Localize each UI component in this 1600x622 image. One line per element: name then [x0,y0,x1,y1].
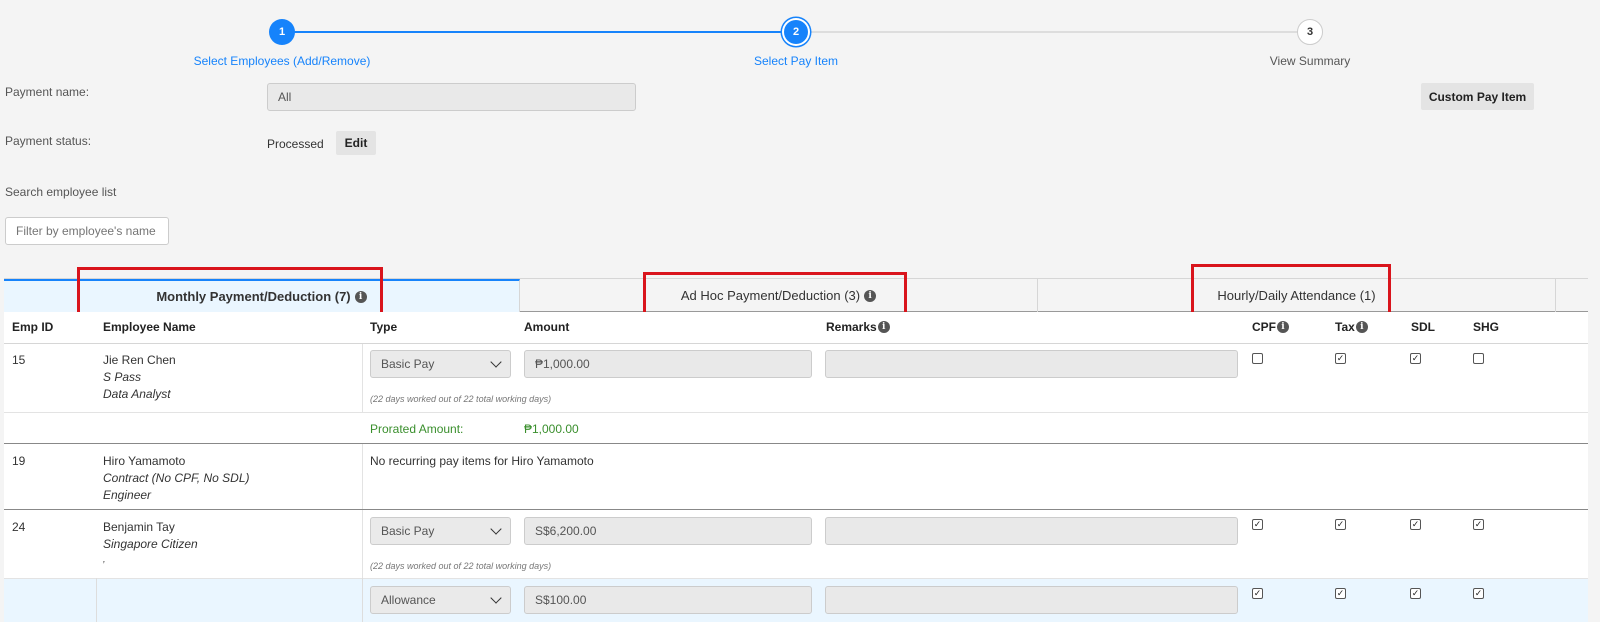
pay-type-value: Basic Pay [381,524,435,538]
step-3-label[interactable]: View Summary [1190,54,1430,68]
employee-title: , [103,554,106,564]
header-cpf-label: CPF [1252,320,1276,334]
pay-type-value: Allowance [381,593,436,607]
cpf-checkbox[interactable]: ✓ [1252,588,1263,599]
header-shg: SHG [1473,320,1500,334]
remarks-input[interactable] [825,586,1238,614]
payment-status-value: Processed [267,137,324,151]
amount-input[interactable]: S$100.00 [524,586,812,614]
emp-id: 24 [12,520,26,534]
prorated-amount-value: ₱1,000.00 [524,422,579,436]
no-pay-items-message: No recurring pay items for Hiro Yamamoto [370,454,594,468]
pay-type-select[interactable]: Basic Pay [370,350,511,378]
sdl-checkbox[interactable]: ✓ [1410,588,1421,599]
header-tax-label: Tax [1335,320,1355,334]
remarks-input[interactable] [825,517,1238,545]
tax-checkbox[interactable]: ✓ [1335,588,1346,599]
search-label: Search employee list [5,185,117,199]
amount-input[interactable]: ₱1,000.00 [524,350,812,378]
employee-pass: Contract (No CPF, No SDL) [103,471,250,485]
chevron-down-icon [490,523,502,535]
payment-status-label: Payment status: [5,134,92,148]
pay-type-select[interactable]: Allowance [370,586,511,614]
chevron-down-icon [490,592,502,604]
amount-input[interactable]: S$6,200.00 [524,517,812,545]
sdl-checkbox[interactable]: ✓ [1410,353,1421,364]
header-sdl: SDL [1411,320,1435,334]
header-cpf: CPF i [1252,320,1289,334]
header-employee-name: Employee Name [103,320,196,334]
pay-type-select[interactable]: Basic Pay [370,517,511,545]
column-divider [96,578,97,622]
employee-divider [4,443,1588,444]
working-days-note: (22 days worked out of 22 total working … [370,561,552,571]
step-1-circle[interactable]: 1 [269,19,295,45]
employee-divider [4,509,1588,510]
payment-name-field[interactable]: All [267,83,636,111]
row-divider [4,578,1588,579]
custom-pay-item-button[interactable]: Custom Pay Item [1421,83,1534,110]
tax-checkbox[interactable]: ✓ [1335,519,1346,530]
cpf-checkbox[interactable]: ✓ [1252,519,1263,530]
stepper-line-todo [810,31,1298,33]
employee-name: Benjamin Tay [103,520,175,534]
column-divider [362,344,363,412]
header-tax: Tax i [1335,320,1368,334]
info-icon: i [877,321,890,333]
employee-name: Jie Ren Chen [103,353,176,367]
column-divider [362,444,363,510]
row-divider [4,412,1588,413]
header-amount: Amount [524,320,570,334]
emp-id: 15 [12,353,26,367]
edit-status-button[interactable]: Edit [336,131,376,155]
step-2-circle[interactable]: 2 [784,20,808,44]
header-emp-id: Emp ID [12,320,54,334]
header-type: Type [370,320,398,334]
employee-pass: S Pass [103,370,142,384]
employee-pay-table: Emp ID Employee Name Type Amount Remarks… [4,312,1588,622]
step-3-circle[interactable]: 3 [1297,19,1323,45]
remarks-input[interactable] [825,350,1238,378]
emp-id: 19 [12,454,26,468]
employee-title: Engineer [103,488,152,502]
info-icon: i [1277,321,1289,333]
pay-type-value: Basic Pay [381,357,435,371]
header-divider [4,343,1588,344]
working-days-note: (22 days worked out of 22 total working … [370,394,552,404]
shg-checkbox[interactable]: ✓ [1473,588,1484,599]
cpf-checkbox[interactable] [1252,353,1263,364]
shg-checkbox[interactable]: ✓ [1473,519,1484,530]
employee-pass: Singapore Citizen [103,537,198,551]
sdl-checkbox[interactable]: ✓ [1410,519,1421,530]
employee-name: Hiro Yamamoto [103,454,186,468]
chevron-down-icon [490,356,502,368]
header-remarks: Remarks i [826,320,890,334]
tax-checkbox[interactable]: ✓ [1335,353,1346,364]
step-2-label[interactable]: Select Pay Item [676,54,916,68]
stepper-line-done [294,31,784,33]
info-icon: i [1355,321,1368,333]
prorated-amount-label: Prorated Amount: [370,422,464,436]
column-divider [362,578,363,622]
shg-checkbox[interactable] [1473,353,1484,364]
employee-title: Data Analyst [103,387,171,401]
payment-name-label: Payment name: [5,85,90,99]
column-divider [362,510,363,578]
header-remarks-label: Remarks [826,320,877,334]
search-input[interactable] [5,217,169,245]
step-1-label[interactable]: Select Employees (Add/Remove) [162,54,402,68]
